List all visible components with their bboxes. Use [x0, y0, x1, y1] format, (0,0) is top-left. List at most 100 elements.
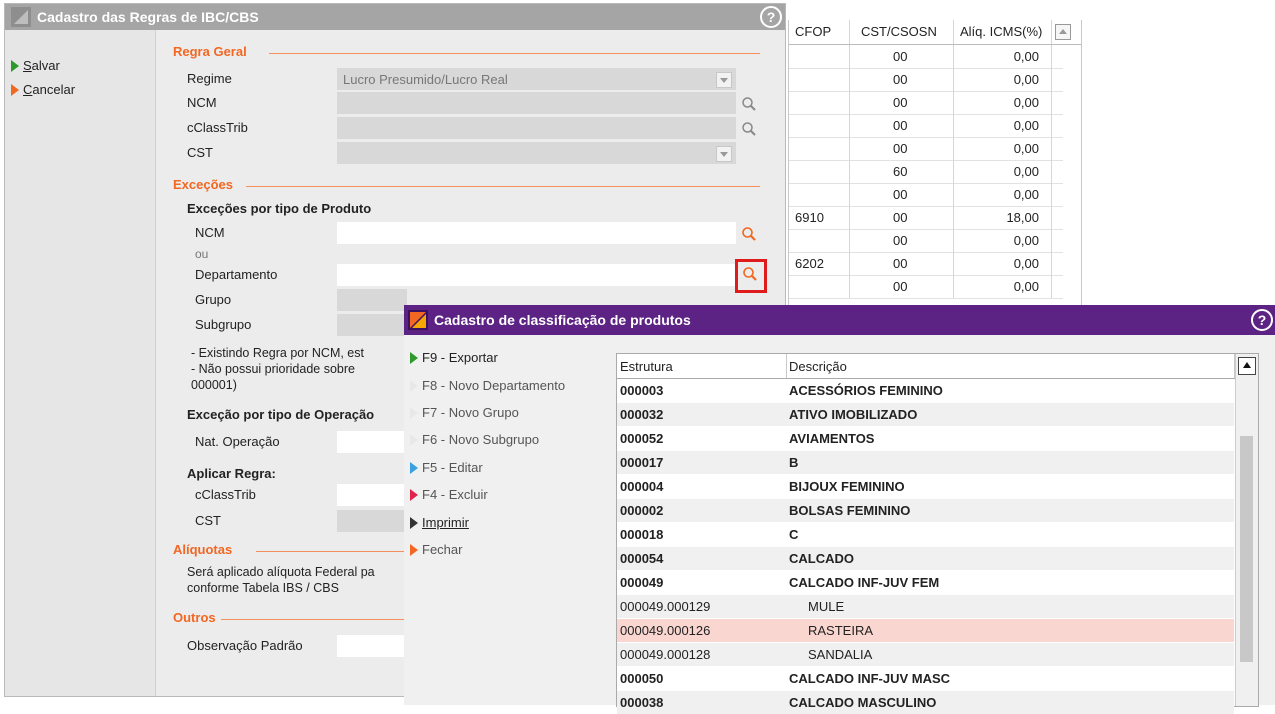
app-logo-icon: [11, 7, 31, 27]
menu-fechar[interactable]: Fechar: [410, 542, 462, 557]
cst-cell: 00: [893, 256, 908, 271]
table-row[interactable]: 000049.000128 SANDALIA: [617, 643, 1234, 666]
menu-f7-novo-grupo[interactable]: F7 - Novo Grupo: [410, 405, 519, 420]
vertical-scrollbar[interactable]: [1235, 354, 1258, 706]
background-grid-row[interactable]: 00 0,00: [789, 114, 1063, 138]
cst-cell: 00: [893, 72, 908, 87]
col-header-cst[interactable]: CST/CSOSN: [861, 24, 937, 39]
cst-cell: 00: [893, 233, 908, 248]
background-grid-row[interactable]: 00 0,00: [789, 45, 1063, 69]
table-row[interactable]: 000038 CALCADO MASCULINO: [617, 691, 1234, 714]
descricao-cell: CALCADO INF-JUV MASC: [789, 671, 951, 686]
table-row[interactable]: 000049 CALCADO INF-JUV FEM: [617, 571, 1234, 594]
menu-f6-novo-subgrupo[interactable]: F6 - Novo Subgrupo: [410, 432, 539, 447]
col-header-cfop[interactable]: CFOP: [795, 24, 831, 39]
descricao-cell: CALCADO INF-JUV FEM: [789, 575, 940, 590]
background-grid-row[interactable]: 60 0,00: [789, 160, 1063, 184]
table-row[interactable]: 000054 CALCADO: [617, 547, 1234, 570]
help-icon[interactable]: ?: [1251, 309, 1273, 331]
cclasstrib-field[interactable]: [337, 117, 736, 139]
estrutura-cell: 000049.000128: [620, 647, 711, 662]
ncm-field[interactable]: [337, 92, 736, 114]
table-row[interactable]: 000050 CALCADO INF-JUV MASC: [617, 667, 1234, 690]
search-icon[interactable]: [741, 226, 757, 242]
table-row[interactable]: 000049.000126 RASTEIRA: [617, 619, 1234, 642]
note-line-1: - Existindo Regra por NCM, est: [191, 346, 364, 360]
aliq-cell: 0,00: [1013, 233, 1039, 248]
table-row[interactable]: 000017 B: [617, 451, 1234, 474]
exc-ncm-field[interactable]: [337, 222, 736, 244]
classificacao-titlebar: Cadastro de classificação de produtos ?: [404, 305, 1275, 335]
salvar-button[interactable]: Salvar: [11, 58, 60, 73]
background-grid-row[interactable]: 00 0,00: [789, 68, 1063, 92]
chevron-down-icon[interactable]: [716, 72, 732, 88]
menu-f8-novo-departamento[interactable]: F8 - Novo Departamento: [410, 378, 565, 393]
estrutura-cell: 000049: [620, 575, 664, 590]
play-green-icon: [11, 60, 19, 72]
estrutura-cell: 000003: [620, 383, 664, 398]
cst-cell: 60: [893, 164, 908, 179]
background-grid-row[interactable]: 00 0,00: [789, 275, 1063, 299]
menu-f9-exportar[interactable]: F9 - Exportar: [410, 350, 498, 365]
background-grid-row[interactable]: 00 0,00: [789, 183, 1063, 207]
table-row[interactable]: 000052 AVIAMENTOS: [617, 427, 1234, 450]
classificacao-title: Cadastro de classificação de produtos: [434, 312, 691, 328]
table-row[interactable]: 000003 ACESSÓRIOS FEMININO: [617, 379, 1234, 402]
regras-action-panel: Salvar Cancelar: [5, 30, 156, 696]
chevron-down-icon[interactable]: [716, 146, 732, 162]
background-grid-row[interactable]: 00 0,00: [789, 91, 1063, 115]
col-header-aliq[interactable]: Alíq. ICMS(%): [960, 24, 1042, 39]
estrutura-cell: 000050: [620, 671, 664, 686]
search-icon[interactable]: [741, 96, 757, 112]
regime-select[interactable]: Lucro Presumido/Lucro Real: [337, 68, 736, 90]
table-row[interactable]: 000049.000129 MULE: [617, 595, 1234, 618]
apl-cclasstrib-field[interactable]: [337, 484, 407, 506]
play-orange-icon: [410, 544, 418, 556]
estrutura-cell: 000017: [620, 455, 664, 470]
col-header-descricao[interactable]: Descrição: [789, 359, 847, 374]
ncm-label: NCM: [187, 95, 217, 110]
background-grid-row[interactable]: 00 0,00: [789, 137, 1063, 161]
table-row[interactable]: 000004 BIJOUX FEMININO: [617, 475, 1234, 498]
table-row[interactable]: 000018 C: [617, 523, 1234, 546]
cancelar-button[interactable]: Cancelar: [11, 82, 75, 97]
menu-f4-excluir[interactable]: F4 - Excluir: [410, 487, 488, 502]
regras-title: Cadastro das Regras de IBC/CBS: [37, 9, 259, 25]
excecao-operacao-heading: Exceção por tipo de Operação: [187, 407, 375, 422]
grupo-label: Grupo: [195, 292, 232, 307]
nat-operacao-field[interactable]: [337, 431, 407, 453]
help-icon[interactable]: ?: [760, 6, 782, 28]
obs-padrao-field[interactable]: [337, 635, 407, 657]
scroll-thumb[interactable]: [1240, 436, 1253, 662]
aliq-cell: 0,00: [1013, 95, 1039, 110]
aliquotas-text-1: Será aplicado alíquota Federal pa: [187, 565, 375, 579]
descricao-cell: RASTEIRA: [808, 623, 874, 638]
subgrupo-field[interactable]: [337, 314, 407, 336]
grupo-field[interactable]: [337, 289, 407, 311]
cfop-cell: 6202: [795, 256, 824, 271]
menu-imprimir[interactable]: Imprimir: [410, 515, 469, 530]
background-grid-row[interactable]: 6202 00 0,00: [789, 252, 1063, 276]
background-grid-row[interactable]: 00 0,00: [789, 229, 1063, 253]
cst-select[interactable]: [337, 142, 736, 164]
descricao-cell: BIJOUX FEMININO: [789, 479, 905, 494]
obs-padrao-label: Observação Padrão: [187, 638, 303, 653]
cst-cell: 00: [893, 279, 908, 294]
scroll-up-button[interactable]: [1055, 24, 1071, 40]
background-grid-row[interactable]: 6910 00 18,00: [789, 206, 1063, 230]
cst-cell: 00: [893, 49, 908, 64]
search-icon[interactable]: [742, 266, 758, 282]
table-row[interactable]: 000002 BOLSAS FEMININO: [617, 499, 1234, 522]
apl-cst-field[interactable]: [337, 510, 407, 532]
table-row[interactable]: 000032 ATIVO IMOBILIZADO: [617, 403, 1234, 426]
estrutura-cell: 000054: [620, 551, 664, 566]
col-header-estrutura[interactable]: Estrutura: [620, 359, 673, 374]
menu-f5-editar[interactable]: F5 - Editar: [410, 460, 483, 475]
play-dark-icon: [410, 517, 418, 529]
scroll-up-button[interactable]: [1238, 357, 1256, 375]
search-icon[interactable]: [741, 121, 757, 137]
departamento-field[interactable]: [337, 264, 736, 286]
aliq-cell: 0,00: [1013, 72, 1039, 87]
background-icms-grid: CFOP CST/CSOSN Alíq. ICMS(%) 00 0,00 00 0,0…: [788, 20, 1082, 305]
regime-value: Lucro Presumido/Lucro Real: [343, 72, 508, 87]
